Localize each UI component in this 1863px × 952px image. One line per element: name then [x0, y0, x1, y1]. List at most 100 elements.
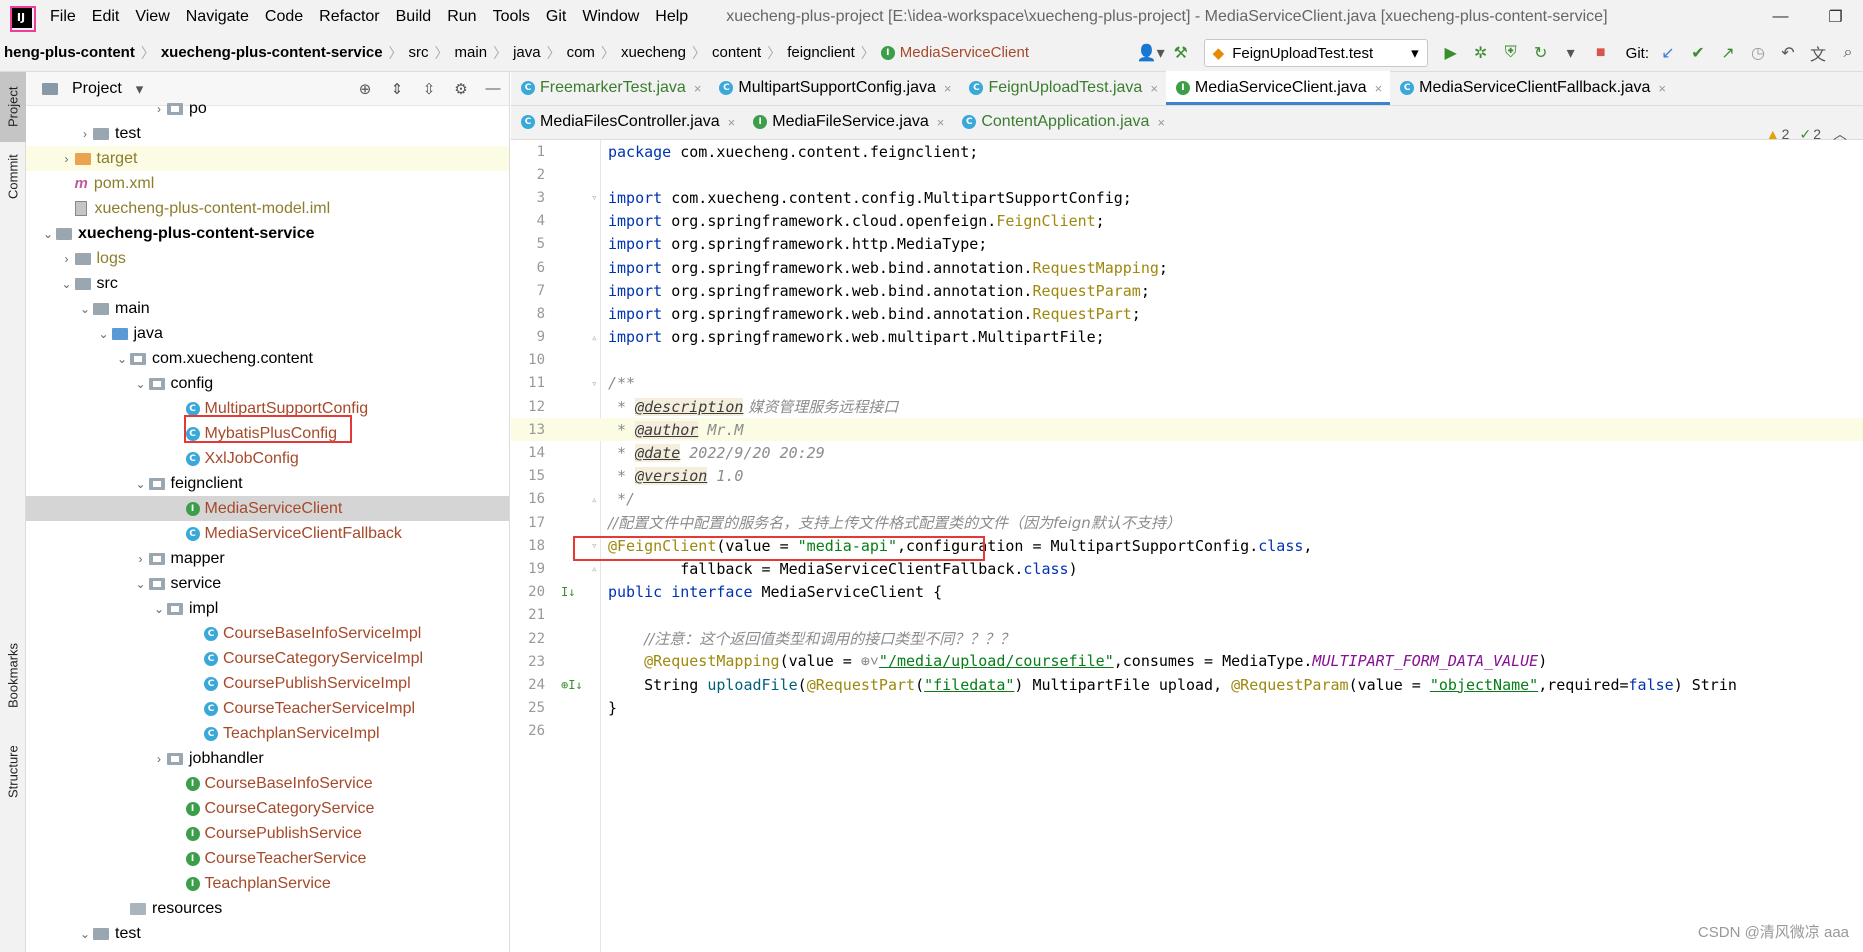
tree-item[interactable]: › mapper: [26, 546, 509, 571]
menu-code[interactable]: Code: [257, 8, 311, 26]
editor-tab[interactable]: C MediaServiceClientFallback.java ×: [1390, 71, 1674, 105]
chevron-down-icon[interactable]: ⌄: [59, 277, 75, 291]
breadcrumb-project[interactable]: heng-plus-content: [0, 44, 139, 61]
tree-item[interactable]: › logs: [26, 246, 509, 271]
tree-item[interactable]: ⌄ main: [26, 296, 509, 321]
editor-tab[interactable]: C FreemarkerTest.java ×: [511, 71, 709, 105]
tree-item[interactable]: C XxlJobConfig: [26, 446, 509, 471]
git-push-icon[interactable]: ↗: [1713, 43, 1743, 63]
run-icon[interactable]: ▶: [1436, 43, 1466, 63]
chevron-down-icon[interactable]: ⌄: [133, 377, 149, 391]
tree-item[interactable]: ⌄ config: [26, 371, 509, 396]
git-commit-icon[interactable]: ✔: [1683, 43, 1713, 63]
tree-item[interactable]: › target: [26, 146, 509, 171]
endpoint-gutter-icon[interactable]: ⊕I↓: [561, 678, 589, 692]
breadcrumb-content[interactable]: content: [708, 44, 765, 61]
coverage-icon[interactable]: ⛨: [1496, 44, 1526, 62]
tree-item[interactable]: m pom.xml: [26, 171, 509, 196]
chevron-right-icon[interactable]: ›: [151, 102, 167, 116]
close-icon[interactable]: ×: [1375, 81, 1383, 96]
breadcrumb-src[interactable]: src: [405, 44, 433, 61]
chevron-right-icon[interactable]: ›: [151, 752, 167, 766]
build-hammer-icon[interactable]: ⚒: [1166, 43, 1196, 63]
close-icon[interactable]: ×: [694, 81, 702, 96]
chevron-down-icon[interactable]: ⌄: [77, 302, 93, 316]
close-icon[interactable]: ×: [937, 115, 945, 130]
tree-item[interactable]: I MediaServiceClient: [26, 496, 509, 521]
tree-item[interactable]: ⌄ xuecheng-plus-content-service: [26, 221, 509, 246]
tree-item[interactable]: I CourseBaseInfoService: [26, 771, 509, 796]
menu-build[interactable]: Build: [388, 8, 440, 26]
editor-tab[interactable]: C MultipartSupportConfig.java ×: [709, 71, 959, 105]
locate-icon[interactable]: ⊕: [349, 80, 381, 98]
tree-item[interactable]: resources: [26, 896, 509, 921]
tree-item[interactable]: I CoursePublishService: [26, 821, 509, 846]
chevron-down-icon[interactable]: ⌄: [40, 227, 56, 241]
editor-tab[interactable]: C MediaFilesController.java ×: [511, 105, 743, 139]
profile-icon[interactable]: ↻: [1526, 43, 1556, 63]
breadcrumb-class[interactable]: I MediaServiceClient: [877, 44, 1033, 61]
chevron-down-icon[interactable]: ⌄: [77, 927, 93, 941]
editor-tab[interactable]: I MediaServiceClient.java ×: [1165, 71, 1391, 105]
close-icon[interactable]: ×: [728, 115, 736, 130]
tree-item[interactable]: C TeachplanServiceImpl: [26, 721, 509, 746]
search-icon[interactable]: ⌕: [1833, 44, 1863, 62]
more-run-icon[interactable]: ▾: [1556, 43, 1586, 63]
expand-all-icon[interactable]: ⇕: [381, 80, 413, 98]
run-configuration-dropdown[interactable]: ◆ FeignUploadTest.test ▾: [1203, 39, 1428, 67]
menu-tools[interactable]: Tools: [485, 8, 538, 26]
tree-item[interactable]: C CoursePublishServiceImpl: [26, 671, 509, 696]
breadcrumb-com[interactable]: com: [563, 44, 599, 61]
tree-item[interactable]: ⌄ com.xuecheng.content: [26, 346, 509, 371]
tree-item[interactable]: ⌄ service: [26, 571, 509, 596]
close-icon[interactable]: ×: [1658, 81, 1666, 96]
menu-file[interactable]: File: [42, 8, 84, 26]
tree-item[interactable]: ⌄ src: [26, 271, 509, 296]
menu-navigate[interactable]: Navigate: [178, 8, 257, 26]
breadcrumb-xuecheng[interactable]: xuecheng: [617, 44, 690, 61]
menu-window[interactable]: Window: [574, 8, 647, 26]
tree-item[interactable]: C CourseBaseInfoServiceImpl: [26, 621, 509, 646]
tree-item[interactable]: ⌄ test: [26, 921, 509, 946]
git-rollback-icon[interactable]: ↶: [1773, 43, 1803, 63]
tree-item[interactable]: I CourseCategoryService: [26, 796, 509, 821]
tree-item[interactable]: › test: [26, 121, 509, 146]
chevron-right-icon[interactable]: ›: [59, 152, 75, 166]
menu-run[interactable]: Run: [439, 8, 484, 26]
close-icon[interactable]: ×: [1150, 81, 1158, 96]
tree-item[interactable]: C MediaServiceClientFallback: [26, 521, 509, 546]
debug-icon[interactable]: ✲: [1466, 43, 1496, 63]
implemented-gutter-icon[interactable]: I↓: [561, 585, 589, 599]
chevron-down-icon[interactable]: ⌄: [96, 327, 112, 341]
inspection-widget[interactable]: ▲ 2 ✓ 2 ︿: [1766, 124, 1847, 144]
user-icon[interactable]: 👤▾: [1136, 43, 1166, 63]
menu-help[interactable]: Help: [647, 8, 696, 26]
chevron-down-icon[interactable]: ⌄: [151, 602, 167, 616]
intellij-logo-icon[interactable]: IJ: [10, 6, 36, 32]
breadcrumb-feignclient[interactable]: feignclient: [783, 44, 859, 61]
bookmarks-tool-tab[interactable]: Bookmarks: [0, 630, 26, 720]
tree-item[interactable]: ⌄ java: [26, 321, 509, 346]
tree-item[interactable]: I CourseTeacherService: [26, 846, 509, 871]
chevron-right-icon[interactable]: ›: [133, 552, 149, 566]
project-view-selector[interactable]: Project: [72, 80, 122, 98]
translate-icon[interactable]: 文: [1803, 41, 1833, 65]
close-icon[interactable]: ×: [944, 81, 952, 96]
project-tool-tab[interactable]: Project: [0, 72, 26, 142]
commit-tool-tab[interactable]: Commit: [0, 142, 26, 212]
tree-item[interactable]: › po: [26, 96, 509, 121]
menu-edit[interactable]: Edit: [84, 8, 128, 26]
chevron-down-icon[interactable]: ⌄: [133, 577, 149, 591]
gear-icon[interactable]: ⚙: [445, 80, 477, 98]
git-history-icon[interactable]: ◷: [1743, 43, 1773, 63]
close-icon[interactable]: ×: [1157, 115, 1165, 130]
tree-item[interactable]: C CourseCategoryServiceImpl: [26, 646, 509, 671]
chevron-up-icon[interactable]: ︿: [1833, 124, 1847, 144]
chevron-down-icon[interactable]: ▾: [136, 80, 144, 98]
restore-icon[interactable]: ❐: [1808, 7, 1863, 27]
tree-item[interactable]: I TeachplanService: [26, 871, 509, 896]
breadcrumb-module[interactable]: xuecheng-plus-content-service: [157, 44, 387, 61]
git-update-icon[interactable]: ↙: [1653, 43, 1683, 63]
editor-tab[interactable]: C FeignUploadTest.java ×: [959, 71, 1165, 105]
chevron-right-icon[interactable]: ›: [77, 127, 93, 141]
